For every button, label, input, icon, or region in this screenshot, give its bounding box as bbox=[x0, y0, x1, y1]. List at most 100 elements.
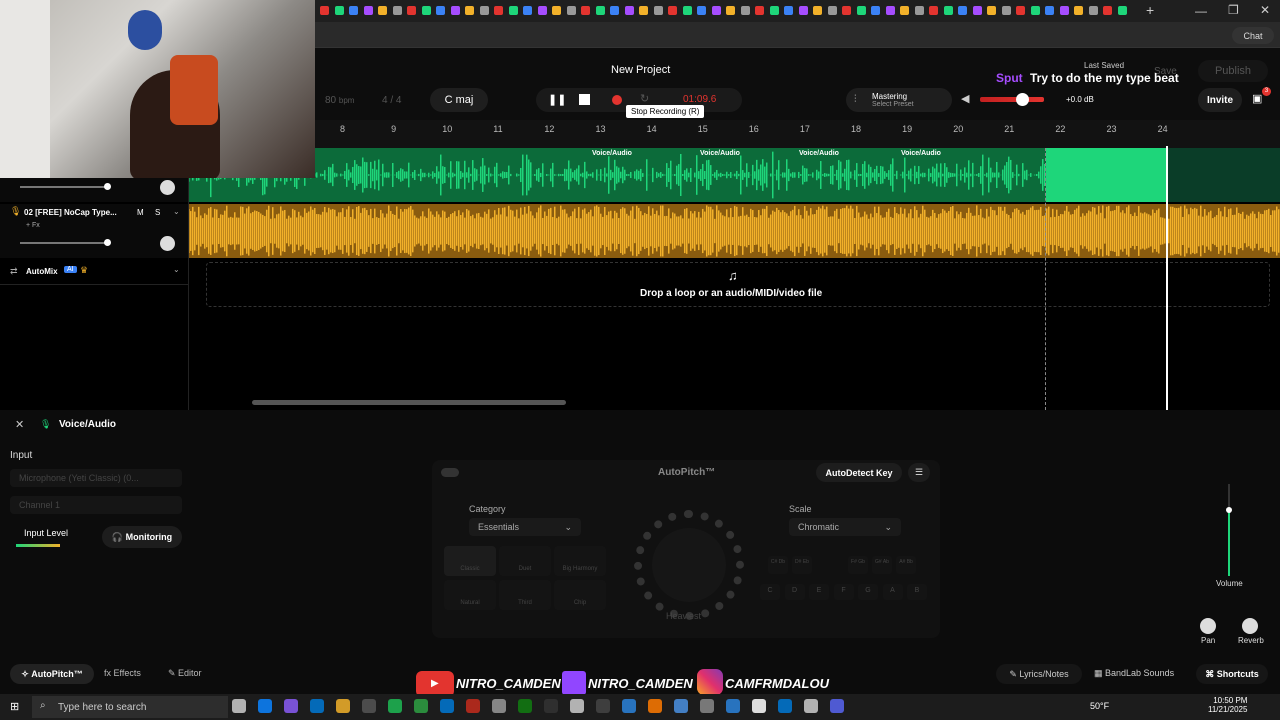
drop-zone[interactable] bbox=[206, 262, 1270, 307]
taskbar-app-icon[interactable] bbox=[518, 699, 532, 713]
channel-select[interactable]: Channel 1 bbox=[10, 496, 182, 514]
browser-tab-favicon[interactable] bbox=[465, 6, 474, 15]
preset-chip[interactable]: Chip bbox=[554, 580, 606, 610]
track-2-pan-knob[interactable] bbox=[160, 236, 175, 251]
taskbar-app-icon[interactable] bbox=[700, 699, 714, 713]
track-1-pan[interactable] bbox=[160, 180, 175, 195]
taskbar-app-icon[interactable] bbox=[336, 699, 350, 713]
browser-tab-favicon[interactable] bbox=[769, 6, 779, 15]
clip-label[interactable]: Voice/Audio bbox=[700, 150, 740, 157]
key-button[interactable]: D# Eb bbox=[792, 556, 812, 574]
publish-button[interactable]: Publish bbox=[1198, 60, 1268, 82]
key-button[interactable]: G# Ab bbox=[872, 556, 892, 574]
browser-tab-favicon[interactable] bbox=[929, 6, 938, 15]
browser-tab-favicon[interactable] bbox=[697, 6, 706, 15]
time-signature[interactable]: 4 / 4 bbox=[382, 95, 401, 106]
settings-icon[interactable]: ☰ bbox=[908, 463, 930, 482]
windows-start-icon[interactable]: ⊞ bbox=[10, 700, 19, 713]
browser-tab-favicon[interactable] bbox=[682, 6, 692, 15]
close-window-icon[interactable]: ✕ bbox=[1260, 3, 1270, 17]
chevron-down-icon[interactable]: ⌄ bbox=[173, 265, 180, 274]
browser-tab-favicon[interactable] bbox=[494, 6, 503, 15]
preset-big-harmony[interactable]: Big Harmony bbox=[554, 546, 606, 576]
taskbar-app-icon[interactable] bbox=[830, 699, 844, 713]
pan-knob[interactable] bbox=[1200, 618, 1216, 634]
invite-button[interactable]: Invite bbox=[1198, 88, 1242, 112]
master-volume-slider[interactable] bbox=[980, 97, 1044, 102]
browser-tab-favicon[interactable] bbox=[363, 6, 373, 15]
preset-third[interactable]: Third bbox=[499, 580, 551, 610]
browser-tab-favicon[interactable] bbox=[740, 6, 750, 15]
browser-tab-favicon[interactable] bbox=[900, 6, 909, 15]
taskbar-app-icon[interactable] bbox=[752, 699, 766, 713]
playhead[interactable] bbox=[1166, 146, 1168, 410]
speaker-icon[interactable]: ◀︎ bbox=[961, 92, 969, 105]
browser-tab-favicon[interactable] bbox=[566, 6, 576, 15]
key-button[interactable]: C# Db bbox=[768, 556, 788, 574]
pause-icon[interactable]: ❚❚ bbox=[548, 93, 566, 106]
taskbar-app-icon[interactable] bbox=[622, 699, 636, 713]
browser-tab-favicon[interactable] bbox=[595, 6, 605, 15]
browser-tab-favicon[interactable] bbox=[523, 6, 532, 15]
key-button[interactable]: F# Gb bbox=[848, 556, 868, 574]
key-button-f[interactable]: F bbox=[833, 584, 854, 600]
taskbar-app-icon[interactable] bbox=[232, 699, 246, 713]
key-button-c[interactable]: C bbox=[760, 584, 780, 600]
browser-tab-favicon[interactable] bbox=[1045, 6, 1054, 15]
browser-tab-favicon[interactable] bbox=[421, 6, 431, 15]
browser-tab-favicon[interactable] bbox=[537, 6, 547, 15]
track-2-name[interactable]: 02 [FREE] NoCap Type... bbox=[24, 208, 117, 217]
key-button[interactable]: C maj bbox=[430, 88, 488, 112]
browser-tab-favicon[interactable] bbox=[479, 6, 489, 15]
taskbar-app-icon[interactable] bbox=[804, 699, 818, 713]
bpm-value[interactable]: 80 bpm bbox=[325, 95, 354, 106]
reverb-knob[interactable] bbox=[1242, 618, 1258, 634]
chat-button[interactable]: Chat bbox=[1232, 27, 1274, 44]
browser-tab-favicon[interactable] bbox=[1059, 6, 1069, 15]
timeline-ruler[interactable]: 8 9 10 11 12 13 14 15 16 17 18 19 20 21 22 23 24 bbox=[315, 120, 1280, 148]
browser-tab-favicon[interactable] bbox=[943, 6, 953, 15]
browser-tab-favicon[interactable] bbox=[450, 6, 460, 15]
loop-icon[interactable]: ↻ bbox=[640, 92, 649, 105]
browser-tab-favicon[interactable] bbox=[987, 6, 996, 15]
lyrics-button[interactable]: ✎ Lyrics/Notes bbox=[996, 664, 1082, 684]
browser-tab-favicon[interactable] bbox=[508, 6, 518, 15]
browser-tab-favicon[interactable] bbox=[871, 6, 880, 15]
browser-tab-favicon[interactable] bbox=[972, 6, 982, 15]
tab-effects[interactable]: fx Effects bbox=[104, 668, 141, 678]
browser-tab-favicon[interactable] bbox=[726, 6, 735, 15]
category-select[interactable]: Essentials ⌄ bbox=[469, 518, 581, 536]
browser-tab-favicon[interactable] bbox=[885, 6, 895, 15]
clip-label[interactable]: Voice/Audio bbox=[592, 150, 632, 157]
taskbar-app-icon[interactable] bbox=[284, 699, 298, 713]
preset-classic[interactable]: Classic bbox=[444, 546, 496, 576]
browser-tab-favicon[interactable] bbox=[1074, 6, 1083, 15]
microphone-select[interactable]: Microphone (Yeti Classic) (0... bbox=[10, 469, 182, 487]
bandlab-sounds-button[interactable]: ▦ BandLab Sounds bbox=[1094, 668, 1174, 679]
close-panel-icon[interactable]: ✕ bbox=[15, 418, 24, 431]
tab-autopitch[interactable]: ✧ AutoPitch™ bbox=[10, 664, 94, 684]
key-button-d[interactable]: D bbox=[784, 584, 805, 600]
clip-label[interactable]: Voice/Audio bbox=[901, 150, 941, 157]
track-2-mute[interactable]: M bbox=[137, 208, 144, 217]
taskbar-app-icon[interactable] bbox=[544, 699, 558, 713]
browser-tab-favicon[interactable] bbox=[798, 6, 808, 15]
record-icon[interactable] bbox=[612, 95, 622, 105]
monitoring-button[interactable]: 🎧 Monitoring bbox=[102, 526, 182, 548]
browser-tab-favicon[interactable] bbox=[1001, 6, 1011, 15]
browser-tab-favicon[interactable] bbox=[827, 6, 837, 15]
taskbar-app-icon[interactable] bbox=[674, 699, 688, 713]
amount-knob[interactable] bbox=[652, 528, 726, 602]
browser-tab-favicon[interactable] bbox=[552, 6, 561, 15]
preset-natural[interactable]: Natural bbox=[444, 580, 496, 610]
browser-tab-favicon[interactable] bbox=[392, 6, 402, 15]
taskbar-app-icon[interactable] bbox=[778, 699, 792, 713]
browser-tab-favicon[interactable] bbox=[581, 6, 590, 15]
key-button-g[interactable]: G bbox=[858, 584, 878, 600]
taskbar-app-icon[interactable] bbox=[362, 699, 376, 713]
taskbar-app-icon[interactable] bbox=[726, 699, 740, 713]
mastering-button[interactable]: Mastering Select Preset bbox=[846, 88, 952, 112]
track-2-solo[interactable]: S bbox=[155, 208, 160, 217]
browser-tab-favicon[interactable] bbox=[1088, 6, 1098, 15]
taskbar-app-icon[interactable] bbox=[570, 699, 584, 713]
